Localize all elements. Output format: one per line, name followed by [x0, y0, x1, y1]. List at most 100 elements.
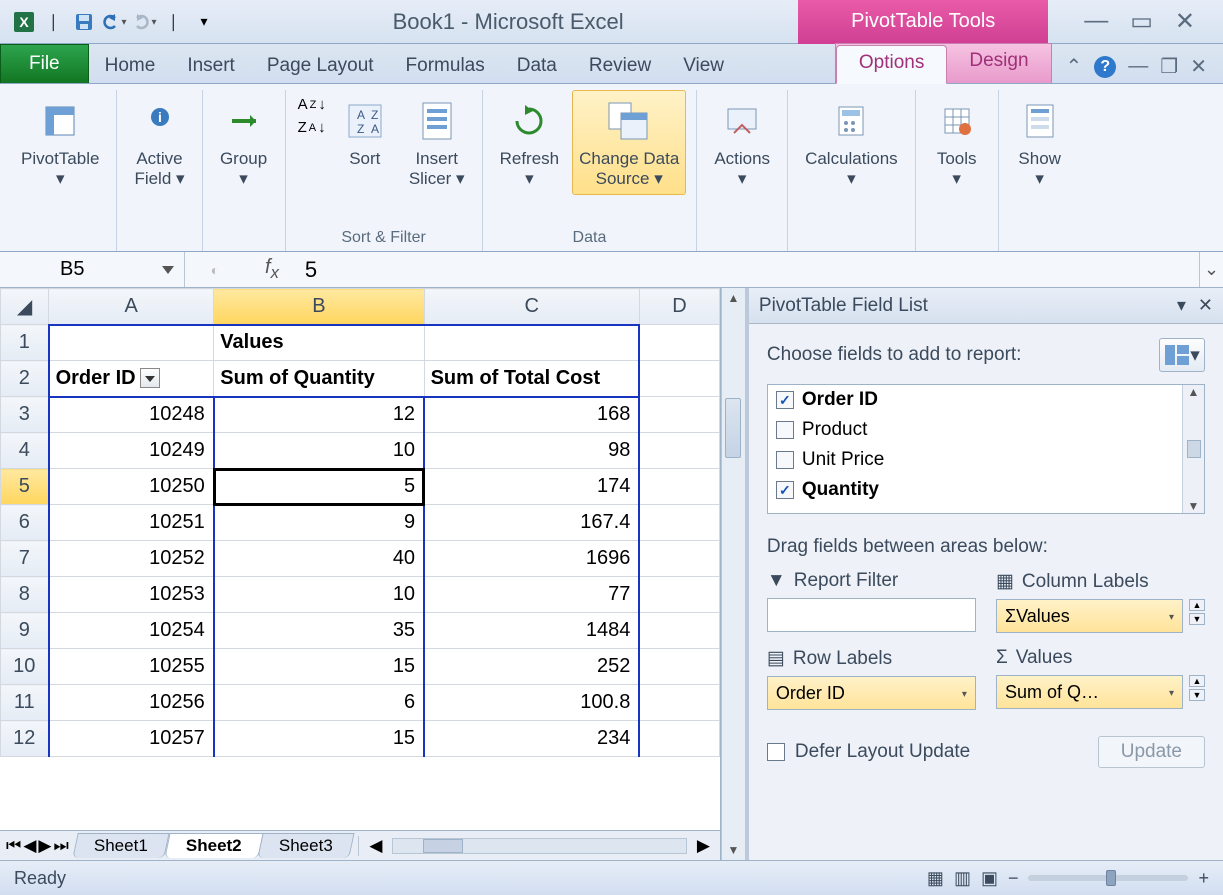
cell[interactable]: 10 — [214, 577, 424, 613]
formula-input[interactable]: 5 — [299, 257, 1199, 283]
worksheet-grid[interactable]: ◢ A B C D 1 Values 2 Order ID — [0, 288, 720, 757]
cell[interactable]: 167.4 — [424, 505, 639, 541]
row-header[interactable]: 6 — [1, 505, 49, 541]
spin-up-icon[interactable]: ▲ — [1189, 675, 1205, 687]
tab-options[interactable]: Options — [836, 45, 947, 84]
show-button[interactable]: Show▾ — [1009, 90, 1071, 195]
tab-home[interactable]: Home — [89, 49, 172, 83]
cell[interactable] — [49, 325, 214, 361]
close-icon[interactable]: ✕ — [1175, 7, 1195, 36]
tab-insert[interactable]: Insert — [171, 49, 251, 83]
cell[interactable]: 15 — [214, 649, 424, 685]
tab-formulas[interactable]: Formulas — [390, 49, 501, 83]
cell[interactable]: 10249 — [49, 433, 214, 469]
row-header[interactable]: 4 — [1, 433, 49, 469]
change-data-source-button[interactable]: Change Data Source ▾ — [572, 90, 686, 195]
row-header[interactable]: 10 — [1, 649, 49, 685]
cell[interactable]: 174 — [424, 469, 639, 505]
row-header[interactable]: 3 — [1, 397, 49, 433]
field-list-item[interactable]: ✓Quantity — [768, 475, 1204, 505]
insert-slicer-button[interactable]: Insert Slicer ▾ — [402, 90, 472, 195]
row-header[interactable]: 5 — [1, 469, 49, 505]
row-labels-slot[interactable]: Order ID▾ — [767, 676, 976, 710]
defer-update-checkbox[interactable] — [767, 743, 785, 761]
cell[interactable]: 10 — [214, 433, 424, 469]
column-labels-slot[interactable]: Σ Values▾ — [996, 599, 1183, 633]
name-box[interactable]: B5 — [0, 252, 185, 287]
sheet-tab[interactable]: Sheet1 — [72, 833, 169, 858]
col-header-A[interactable]: A — [49, 289, 214, 325]
cell[interactable]: 10253 — [49, 577, 214, 613]
maximize-icon[interactable]: ▭ — [1130, 7, 1153, 36]
expand-formula-bar-icon[interactable]: ⌄ — [1199, 252, 1223, 287]
active-field-button[interactable]: iActive Field ▾ — [127, 90, 191, 195]
field-list-item[interactable]: ✓Order ID — [768, 385, 1204, 415]
cell[interactable]: 252 — [424, 649, 639, 685]
cell[interactable]: 168 — [424, 397, 639, 433]
tab-view[interactable]: View — [667, 49, 740, 83]
minimize-icon[interactable]: — — [1084, 7, 1108, 36]
field-list[interactable]: ▲▼ ✓Order IDProductUnit Price✓Quantity — [767, 384, 1205, 514]
sheet-tab[interactable]: Sheet3 — [258, 833, 355, 858]
tab-page-layout[interactable]: Page Layout — [251, 49, 390, 83]
zoom-slider[interactable] — [1028, 875, 1188, 881]
cell[interactable]: 5 — [214, 469, 424, 505]
cell[interactable] — [639, 433, 719, 469]
field-list-scrollbar[interactable]: ▲▼ — [1182, 385, 1204, 513]
pivottable-button[interactable]: PivotTable▾ — [14, 90, 106, 195]
view-page-break-icon[interactable]: ▣ — [981, 868, 998, 889]
cell[interactable] — [639, 721, 719, 757]
report-filter-slot[interactable] — [767, 598, 976, 632]
cell[interactable]: 40 — [214, 541, 424, 577]
cell[interactable]: 10251 — [49, 505, 214, 541]
tab-review[interactable]: Review — [573, 49, 667, 83]
cell[interactable]: 6 — [214, 685, 424, 721]
cell[interactable] — [639, 361, 719, 397]
row-header[interactable]: 8 — [1, 577, 49, 613]
cell[interactable] — [639, 325, 719, 361]
row-header[interactable]: 7 — [1, 541, 49, 577]
spin-down-icon[interactable]: ▼ — [1189, 613, 1205, 625]
cell[interactable]: 1696 — [424, 541, 639, 577]
col-header-B[interactable]: B — [214, 289, 424, 325]
help-icon[interactable]: ? — [1094, 56, 1116, 78]
sheet-tab[interactable]: Sheet2 — [164, 833, 263, 858]
vertical-scrollbar[interactable]: ▲ ▼ — [721, 288, 745, 860]
cell[interactable]: 10255 — [49, 649, 214, 685]
cell[interactable] — [639, 397, 719, 433]
cell[interactable] — [424, 325, 639, 361]
first-sheet-icon[interactable]: ⏮ — [6, 836, 21, 856]
row-header[interactable]: 11 — [1, 685, 49, 721]
cell[interactable] — [639, 613, 719, 649]
cell[interactable] — [639, 685, 719, 721]
sort-button[interactable]: AZZASort — [334, 90, 396, 176]
last-sheet-icon[interactable]: ⏭ — [53, 836, 68, 856]
cell[interactable]: 10250 — [49, 469, 214, 505]
update-button[interactable]: Update — [1098, 736, 1205, 768]
field-list-item[interactable]: Unit Price — [768, 445, 1204, 475]
sort-desc-button[interactable]: ZA↓ — [298, 119, 326, 136]
pane-dropdown-icon[interactable]: ▾ — [1177, 295, 1186, 316]
orderid-header[interactable]: Order ID — [49, 361, 214, 397]
field-list-item[interactable]: Product — [768, 415, 1204, 445]
cell[interactable]: 12 — [214, 397, 424, 433]
tab-design[interactable]: Design — [947, 44, 1050, 83]
cell[interactable]: 234 — [424, 721, 639, 757]
cell[interactable] — [639, 541, 719, 577]
chevron-down-icon[interactable] — [162, 266, 174, 274]
cell[interactable]: 77 — [424, 577, 639, 613]
row-header[interactable]: 12 — [1, 721, 49, 757]
undo-icon[interactable]: ▾ — [100, 8, 128, 36]
spin-down-icon[interactable]: ▼ — [1189, 689, 1205, 701]
redo-icon[interactable]: ▾ — [130, 8, 158, 36]
save-icon[interactable] — [70, 8, 98, 36]
cell[interactable]: 35 — [214, 613, 424, 649]
actions-button[interactable]: Actions▾ — [707, 90, 777, 195]
sort-asc-button[interactable]: AZ↓ — [298, 96, 326, 113]
checkbox-icon[interactable] — [776, 451, 794, 469]
horizontal-scrollbar[interactable]: ◀▶ — [358, 836, 720, 856]
row-header[interactable]: 2 — [1, 361, 49, 397]
values-header[interactable]: Values — [214, 325, 424, 361]
view-normal-icon[interactable]: ▦ — [927, 868, 944, 889]
cell[interactable]: 10257 — [49, 721, 214, 757]
